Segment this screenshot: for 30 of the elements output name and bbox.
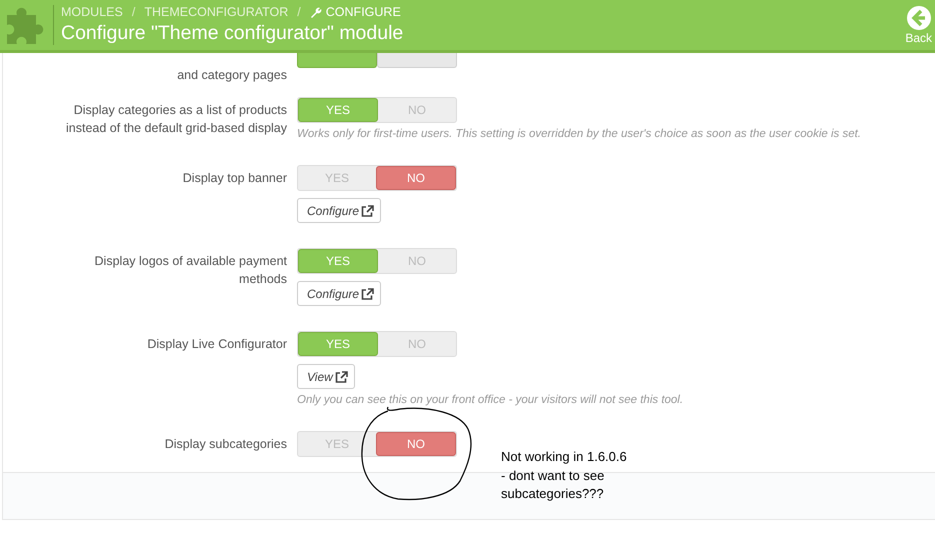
setting-label: and category pages [176,67,287,84]
setting-label: Display subcategories [164,436,287,453]
link-button[interactable]: Configure [297,198,382,223]
toggle-option[interactable]: YES [298,98,378,122]
breadcrumb-link[interactable]: MODULES [61,5,123,19]
toggle-option[interactable] [297,53,377,68]
toggle-option[interactable]: YES [298,249,378,273]
external-link-icon [361,204,374,216]
page-title: Configure "Theme configurator" module [61,22,404,45]
breadcrumb-separator: / [297,5,301,19]
puzzle-icon [5,5,45,45]
setting-label: Display top banner [182,170,287,187]
setting-label: Display categories as a list of products instead of the default grid-based display [65,102,287,137]
toggle-option[interactable]: NO [376,166,456,190]
toggle-option[interactable]: NO [376,432,456,456]
breadcrumb-separator: / [132,5,136,19]
toggle-option[interactable] [377,53,457,68]
setting-label: Display logos of available payment methods [94,253,287,288]
help-text: Only you can see this on your front office - your visitors will not see this tool. [297,394,684,406]
link-button[interactable]: View [297,364,355,389]
annotation-text: Not working in 1.6.0.6 - dont want to see subcategories??? [501,448,627,503]
setting-label: Display Live Configurator [146,336,287,353]
wrench-icon [310,6,322,18]
breadcrumb-item: CONFIGURE [326,5,401,19]
external-link-icon [334,370,348,382]
link-button[interactable]: Configure [297,281,382,306]
external-link-icon [361,288,374,300]
help-text: Works only for first-time users. This setting is overridden by the user's choice as soon as the user cookie is set. [297,128,862,140]
toggle-option[interactable]: YES [298,332,378,356]
breadcrumb-link[interactable]: THEMECONFIGURATOR [144,5,288,19]
